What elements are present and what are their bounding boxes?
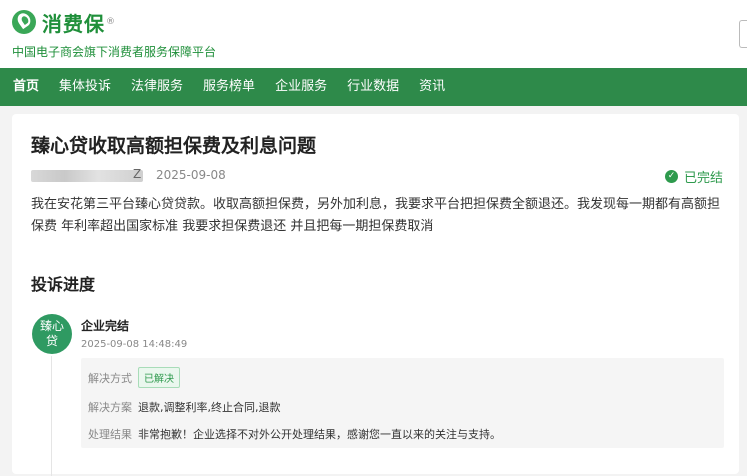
registered-mark: ®: [106, 17, 115, 27]
nav-item-news[interactable]: 资讯: [409, 68, 455, 106]
leaf-logo-icon: [12, 10, 36, 34]
resolution-detail-box: 解决方式 已解决 解决方案 退款,调整利率,终止合同,退款 处理结果 非常抱歉！…: [81, 358, 724, 448]
user-avatar-name-blurred: [31, 170, 143, 182]
timeline-line: [51, 356, 52, 476]
site-logo[interactable]: 消费保 ®: [12, 8, 115, 36]
side-widget[interactable]: [739, 20, 747, 48]
complaint-description: 我在安花第三平台臻心贷贷款。收取高额担保费，另外加利息，我要求平台把担保费全额退…: [31, 197, 721, 234]
nav-item-collective-complaint[interactable]: 集体投诉: [49, 68, 121, 106]
company-avatar: 臻心贷: [32, 314, 72, 354]
nav-item-legal-service[interactable]: 法律服务: [121, 68, 193, 106]
resolution-method-label: 解决方式: [88, 371, 132, 385]
event-title: 企业完结: [81, 319, 130, 333]
nav-item-home[interactable]: 首页: [0, 68, 49, 106]
result-value: 非常抱歉！企业选择不对外公开处理结果，感谢您一直以来的关注与支持。: [138, 428, 501, 441]
status-text: 已完结: [684, 171, 724, 186]
site-slogan: 中国电子商会旗下消费者服务保障平台: [12, 45, 217, 59]
site-header: 消费保 ® 中国电子商会旗下消费者服务保障平台: [0, 0, 747, 68]
progress-section-title: 投诉进度: [31, 275, 96, 294]
nav-item-service-ranking[interactable]: 服务榜单: [193, 68, 265, 106]
check-circle-icon: ✓: [665, 170, 678, 183]
event-time: 2025-09-08 14:48:49: [81, 339, 188, 350]
nav-item-enterprise-service[interactable]: 企业服务: [265, 68, 337, 106]
complaint-title: 臻心贷收取高额担保费及利息问题: [31, 135, 317, 157]
logo-text: 消费保: [42, 11, 105, 36]
resolution-method-row: 解决方式 已解决: [88, 367, 180, 388]
resolution-plan-value: 退款,调整利率,终止合同,退款: [138, 401, 281, 414]
resolution-plan-row: 解决方案 退款,调整利率,终止合同,退款: [88, 399, 281, 415]
user-name-suffix: Z: [133, 167, 142, 181]
resolution-plan-label: 解决方案: [88, 401, 132, 414]
resolution-method-badge: 已解决: [138, 367, 180, 388]
nav-item-industry-data[interactable]: 行业数据: [337, 68, 409, 106]
complaint-date: 2025-09-08: [156, 168, 226, 182]
result-row: 处理结果 非常抱歉！企业选择不对外公开处理结果，感谢您一直以来的关注与支持。: [88, 426, 501, 442]
main-nav: 首页 集体投诉 法律服务 服务榜单 企业服务 行业数据 资讯: [0, 68, 747, 106]
status-badge: ✓ 已完结: [665, 167, 723, 186]
complaint-card: 臻心贷收取高额担保费及利息问题 Z 2025-09-08 ✓ 已完结 我在安花第…: [12, 114, 739, 476]
result-label: 处理结果: [88, 428, 132, 441]
